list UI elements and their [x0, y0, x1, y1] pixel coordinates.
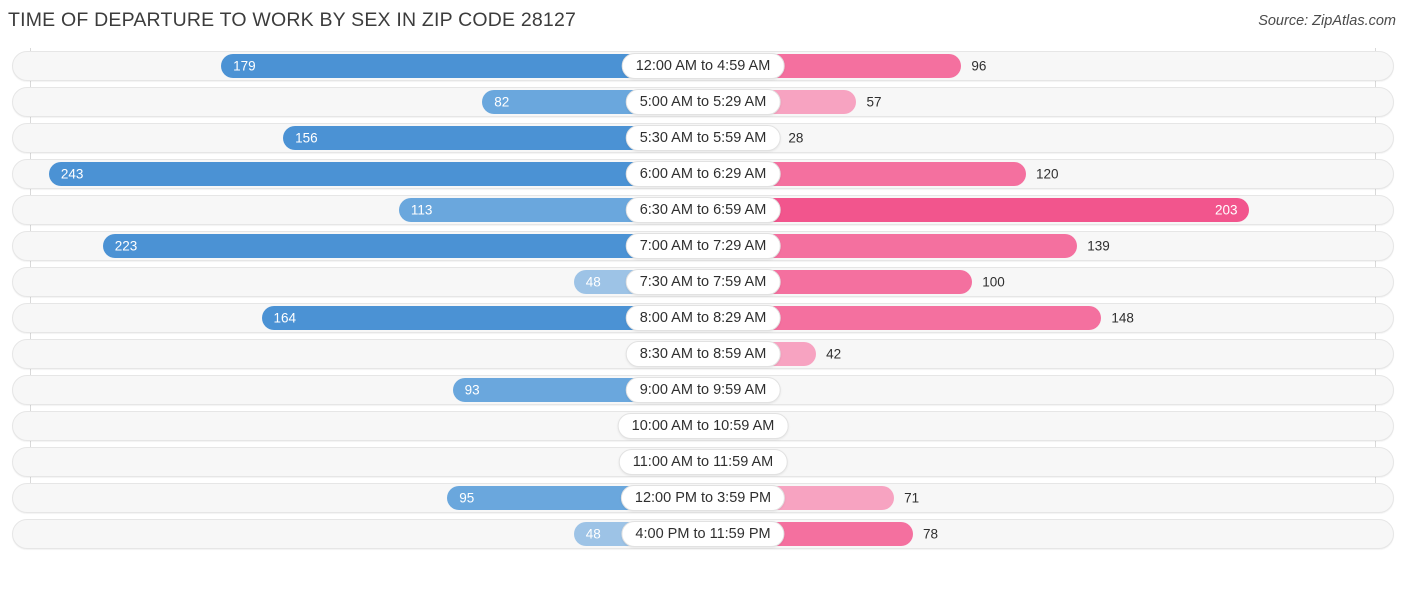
category-label: 7:00 AM to 7:29 AM — [625, 233, 781, 259]
female-bar-container: 120 — [703, 159, 1375, 189]
male-bar-container: 113 — [30, 195, 703, 225]
male-bar-container: 243 — [30, 159, 703, 189]
male-value-label: 95 — [459, 490, 475, 506]
category-label: 11:00 AM to 11:59 AM — [618, 449, 788, 475]
male-value-label: 93 — [464, 382, 480, 398]
chart-page: TIME OF DEPARTURE TO WORK BY SEX IN ZIP … — [0, 0, 1406, 595]
table-row[interactable]: 179 96 12:00 AM to 4:59 AM — [0, 48, 1406, 84]
category-label: 8:30 AM to 8:59 AM — [625, 341, 781, 367]
female-value-label: 148 — [1111, 310, 1134, 326]
male-value-label: 156 — [295, 130, 318, 146]
female-value-label: 139 — [1087, 238, 1110, 254]
source-attribution: Source: ZipAtlas.com — [1258, 13, 1396, 29]
female-value-label: 78 — [922, 526, 938, 542]
male-value-label: 243 — [60, 166, 84, 182]
male-value-label: 179 — [233, 58, 256, 74]
bar-rows: 179 96 12:00 AM to 4:59 AM 82 57 5:00 AM to 5… — [0, 48, 1406, 552]
category-label: 12:00 AM to 4:59 AM — [621, 53, 785, 79]
female-bar-container: 71 — [703, 483, 1375, 513]
table-row[interactable]: 93 09:00 AM to 9:59 AM — [0, 372, 1406, 408]
female-bar-container: 78 — [703, 519, 1375, 549]
table-row[interactable]: 223 139 7:00 AM to 7:29 AM — [0, 228, 1406, 264]
male-value-label: 223 — [114, 238, 138, 254]
male-bar[interactable]: 223 — [102, 234, 703, 258]
table-row[interactable]: 01311:00 AM to 11:59 AM — [0, 444, 1406, 480]
male-bar-container: 15 — [30, 339, 703, 369]
female-bar-container: 139 — [703, 231, 1375, 261]
male-bar-container: 48 — [30, 267, 703, 297]
female-value-label: 100 — [982, 274, 1005, 290]
male-bar-container: 179 — [30, 51, 703, 81]
table-row[interactable]: 48 78 4:00 PM to 11:59 PM — [0, 516, 1406, 552]
female-bar[interactable]: 203 — [703, 198, 1250, 222]
female-value-label: 42 — [826, 346, 842, 362]
female-bar-container: 42 — [703, 339, 1375, 369]
table-row[interactable]: 95 71 12:00 PM to 3:59 PM — [0, 480, 1406, 516]
female-value-label: 203 — [1214, 202, 1238, 218]
female-value-label: 28 — [788, 130, 804, 146]
male-bar[interactable]: 243 — [48, 162, 703, 186]
category-label: 7:30 AM to 7:59 AM — [625, 269, 781, 295]
male-value-label: 113 — [410, 202, 433, 218]
male-value-label: 48 — [585, 526, 601, 542]
category-label: 8:00 AM to 8:29 AM — [625, 305, 781, 331]
male-bar-container: 95 — [30, 483, 703, 513]
male-bar-container: 164 — [30, 303, 703, 333]
table-row[interactable]: 156 28 5:30 AM to 5:59 AM — [0, 120, 1406, 156]
female-bar-container: 203 — [703, 195, 1375, 225]
category-label: 6:00 AM to 6:29 AM — [625, 161, 781, 187]
category-label: 5:00 AM to 5:29 AM — [625, 89, 781, 115]
male-value-label: 82 — [494, 94, 510, 110]
chart-plot-area: 179 96 12:00 AM to 4:59 AM 82 57 5:00 AM to 5… — [0, 48, 1406, 553]
category-label: 4:00 PM to 11:59 PM — [621, 521, 785, 547]
male-bar-container: 82 — [30, 87, 703, 117]
female-bar-container: 0 — [703, 375, 1375, 405]
female-bar-container: 100 — [703, 267, 1375, 297]
table-row[interactable]: 113 203 6:30 AM to 6:59 AM — [0, 192, 1406, 228]
male-bar-container: 48 — [30, 519, 703, 549]
female-value-label: 71 — [904, 490, 920, 506]
male-bar-container: 156 — [30, 123, 703, 153]
category-label: 6:30 AM to 6:59 AM — [625, 197, 781, 223]
table-row[interactable]: 48 100 7:30 AM to 7:59 AM — [0, 264, 1406, 300]
table-row[interactable]: 10010:00 AM to 10:59 AM — [0, 408, 1406, 444]
male-value-label: 164 — [273, 310, 297, 326]
category-label: 5:30 AM to 5:59 AM — [625, 125, 781, 151]
category-label: 9:00 AM to 9:59 AM — [625, 377, 781, 403]
female-bar-container: 96 — [703, 51, 1375, 81]
table-row[interactable]: 164 148 8:00 AM to 8:29 AM — [0, 300, 1406, 336]
page-title: TIME OF DEPARTURE TO WORK BY SEX IN ZIP … — [8, 9, 577, 31]
male-bar-container: 223 — [30, 231, 703, 261]
table-row[interactable]: 243 120 6:00 AM to 6:29 AM — [0, 156, 1406, 192]
female-bar-container: 0 — [703, 411, 1375, 441]
female-bar-container: 28 — [703, 123, 1375, 153]
male-bar-container: 93 — [30, 375, 703, 405]
table-row[interactable]: 82 57 5:00 AM to 5:29 AM — [0, 84, 1406, 120]
female-bar-container: 13 — [703, 447, 1375, 477]
chart-header: TIME OF DEPARTURE TO WORK BY SEX IN ZIP … — [0, 0, 1406, 40]
category-label: 12:00 PM to 3:59 PM — [620, 485, 786, 511]
female-value-label: 120 — [1036, 166, 1059, 182]
female-value-label: 96 — [971, 58, 987, 74]
male-value-label: 48 — [585, 274, 601, 290]
female-value-label: 57 — [866, 94, 882, 110]
category-label: 10:00 AM to 10:59 AM — [617, 413, 789, 439]
female-bar-container: 148 — [703, 303, 1375, 333]
male-bar-container: 10 — [30, 411, 703, 441]
male-bar-container: 0 — [30, 447, 703, 477]
female-bar-container: 57 — [703, 87, 1375, 117]
table-row[interactable]: 15 42 8:30 AM to 8:59 AM — [0, 336, 1406, 372]
